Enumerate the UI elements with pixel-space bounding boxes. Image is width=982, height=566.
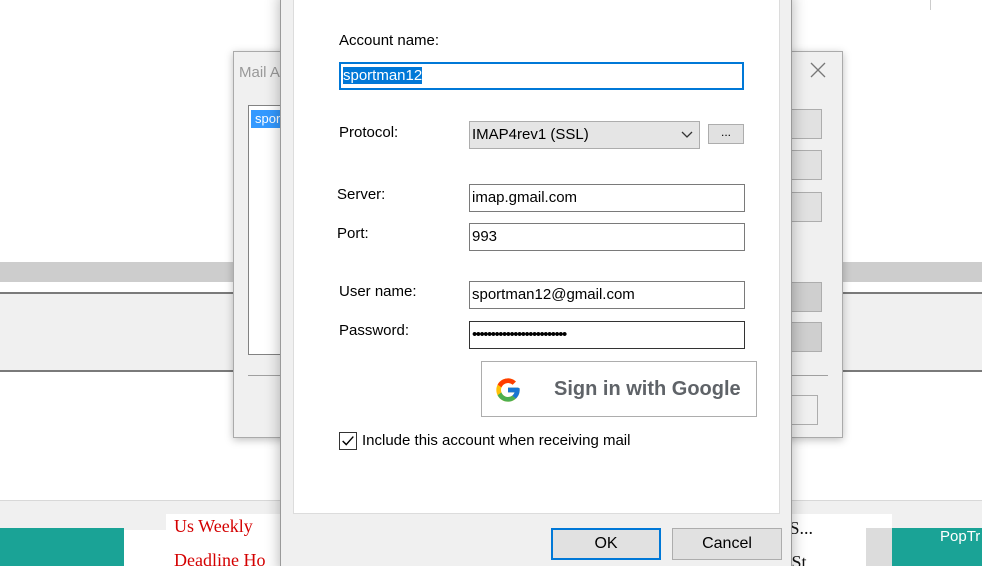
cancel-button[interactable]: Cancel <box>672 528 782 560</box>
password-input[interactable]: ••••••••••••••••••••••••• <box>469 321 745 349</box>
account-name-value: sportman12 <box>343 67 423 84</box>
side-button[interactable] <box>790 395 818 425</box>
include-account-checkbox[interactable] <box>339 432 357 450</box>
side-button[interactable] <box>790 109 822 139</box>
close-icon[interactable] <box>808 60 828 80</box>
teal-sidebar-left <box>0 528 124 566</box>
side-button[interactable] <box>790 322 822 352</box>
window-title: Mail A <box>239 64 280 81</box>
server-value: imap.gmail.com <box>472 189 578 206</box>
account-settings-panel: Account name: sportman12 Protocol: IMAP4… <box>293 0 780 514</box>
username-label: User name: <box>339 283 417 300</box>
ok-button[interactable]: OK <box>551 528 661 560</box>
protocol-label: Protocol: <box>339 124 399 141</box>
news-scroll-column <box>866 528 892 566</box>
teal-sidebar-right: PopTr <box>892 528 982 566</box>
side-button[interactable] <box>790 150 822 180</box>
server-label: Server: <box>337 186 386 203</box>
chevron-down-icon <box>681 131 693 138</box>
side-button[interactable] <box>790 282 822 312</box>
teal-sidebar-label[interactable]: PopTr <box>940 528 980 545</box>
port-input[interactable]: 993 <box>469 223 745 251</box>
protocol-value: IMAP4rev1 (SSL) <box>472 126 589 143</box>
sign-in-with-google-button[interactable]: Sign in with Google <box>481 361 757 417</box>
server-input[interactable]: imap.gmail.com <box>469 184 745 212</box>
account-name-label: Account name: <box>339 32 440 49</box>
protocol-select[interactable]: IMAP4rev1 (SSL) <box>469 121 700 149</box>
google-g-icon <box>496 378 520 402</box>
username-input[interactable]: sportman12@gmail.com <box>469 281 745 309</box>
side-button[interactable] <box>790 192 822 222</box>
top-divider <box>930 0 931 10</box>
password-label: Password: <box>339 322 410 339</box>
username-value: sportman12@gmail.com <box>472 286 635 303</box>
google-button-label: Sign in with Google <box>554 378 741 400</box>
include-account-label[interactable]: Include this account when receiving mail <box>362 432 630 449</box>
port-label: Port: <box>337 225 369 242</box>
news-link[interactable]: Us Weekly <box>174 516 253 537</box>
protocol-options-button[interactable]: ... <box>708 124 744 144</box>
account-properties-dialog: Account name: sportman12 Protocol: IMAP4… <box>280 0 792 566</box>
news-link[interactable]: Deadline Ho <box>174 550 265 566</box>
account-name-input[interactable]: sportman12 <box>339 62 744 90</box>
port-value: 993 <box>472 228 498 245</box>
checkmark-icon <box>342 436 354 446</box>
password-value: ••••••••••••••••••••••••• <box>472 326 567 343</box>
